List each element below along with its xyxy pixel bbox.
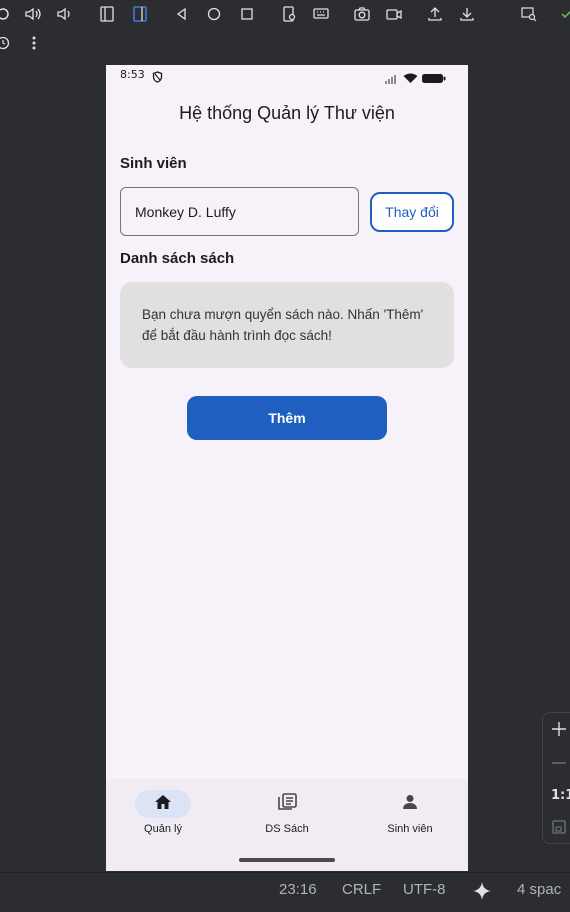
status-bar: 8:53	[106, 65, 468, 87]
line-endings[interactable]: CRLF	[342, 881, 381, 898]
volume-up-icon[interactable]	[22, 3, 44, 25]
volume-down-icon[interactable]	[54, 3, 76, 25]
history-icon[interactable]	[0, 32, 14, 54]
empty-books-card: Bạn chưa mượn quyển sách nào. Nhấn 'Thêm…	[120, 282, 454, 368]
nav-item-student[interactable]: Sinh viên	[350, 779, 468, 849]
empty-books-message: Bạn chưa mượn quyển sách nào. Nhấn 'Thêm…	[142, 307, 424, 343]
emulator-secondary-toolbar	[0, 28, 570, 58]
upload-icon[interactable]	[424, 3, 446, 25]
signal-icon	[385, 69, 399, 88]
nav-label-book-list: DS Sách	[265, 823, 309, 835]
library-books-icon	[277, 793, 297, 815]
battery-icon	[422, 69, 446, 88]
book-list-label: Danh sách sách	[120, 250, 235, 267]
status-icons	[385, 69, 446, 88]
zoom-actual-size[interactable]: 1:1	[551, 783, 570, 807]
back-icon[interactable]	[171, 3, 193, 25]
shield-icon	[152, 68, 163, 87]
phone-screen: 8:53 Hệ thống Quản lý Thư viện Sinh viên…	[106, 65, 468, 871]
change-student-button[interactable]: Thay đổi	[370, 192, 454, 232]
home-icon	[154, 794, 172, 814]
person-icon	[402, 794, 418, 814]
student-name-value: Monkey D. Luffy	[135, 203, 236, 220]
ai-sparkle-icon[interactable]	[472, 881, 492, 905]
nav-pill	[382, 790, 438, 818]
bottom-navigation: Quản lý DS Sách Sinh viên	[106, 779, 468, 871]
emulator-toolbar	[0, 0, 570, 28]
nav-item-book-list[interactable]: DS Sách	[227, 779, 347, 849]
fold-right-icon[interactable]	[129, 3, 151, 25]
indent-setting[interactable]: 4 spac	[517, 881, 561, 898]
zoom-panel: 1:1	[542, 712, 570, 844]
gesture-bar[interactable]	[239, 858, 335, 862]
settings-phone-icon[interactable]	[278, 3, 300, 25]
student-name-field[interactable]: Monkey D. Luffy	[120, 187, 359, 236]
ide-status-bar: 23:16 CRLF UTF-8 4 spac	[0, 872, 570, 912]
student-section-label: Sinh viên	[120, 155, 187, 172]
download-icon[interactable]	[456, 3, 478, 25]
nav-active-indicator	[135, 790, 191, 818]
add-book-button[interactable]: Thêm	[187, 396, 387, 440]
overview-icon[interactable]	[236, 3, 258, 25]
search-window-icon[interactable]	[518, 3, 540, 25]
home-icon[interactable]	[203, 3, 225, 25]
rotate-left-icon[interactable]	[0, 3, 14, 25]
cursor-position[interactable]: 23:16	[279, 881, 317, 898]
file-encoding[interactable]: UTF-8	[403, 881, 446, 898]
nav-label-manage: Quản lý	[144, 823, 182, 835]
camera-icon[interactable]	[351, 3, 373, 25]
check-icon	[556, 3, 570, 25]
zoom-out-icon[interactable]	[551, 751, 570, 775]
record-icon[interactable]	[383, 3, 405, 25]
nav-pill	[259, 790, 315, 818]
keyboard-icon[interactable]	[310, 3, 332, 25]
status-time: 8:53	[120, 68, 145, 81]
more-vert-icon[interactable]	[23, 32, 45, 54]
fold-left-icon[interactable]	[96, 3, 118, 25]
zoom-in-icon[interactable]	[551, 717, 570, 741]
nav-label-student: Sinh viên	[387, 823, 433, 835]
nav-item-manage[interactable]: Quản lý	[106, 779, 223, 849]
wifi-icon	[403, 69, 418, 88]
fit-screen-icon[interactable]	[551, 815, 570, 839]
page-title: Hệ thống Quản lý Thư viện	[179, 103, 395, 123]
